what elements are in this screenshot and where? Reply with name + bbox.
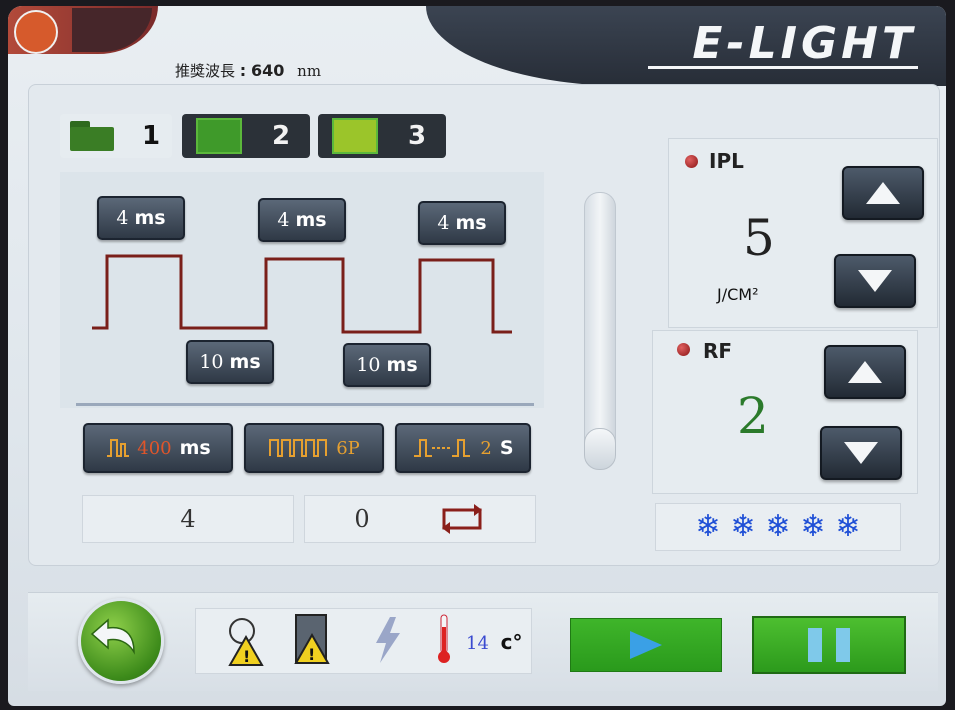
start-button[interactable] <box>570 618 722 672</box>
counter-value: 0 <box>354 505 370 533</box>
lamp-warning-icon: ! <box>228 618 264 666</box>
pulse-unit: ms <box>386 354 418 376</box>
rf-led-icon <box>677 343 690 356</box>
thermometer-icon <box>438 614 450 663</box>
header-banner: E-LIGHT <box>426 6 946 86</box>
temperature-readout: 14 c° <box>466 630 523 654</box>
back-button[interactable] <box>78 598 164 684</box>
ipl-down-button[interactable] <box>834 254 916 308</box>
figure-icon <box>72 8 152 52</box>
lightning-icon <box>376 617 400 663</box>
pulse-interval-icon <box>414 439 471 457</box>
tab-1[interactable]: 1 <box>60 114 172 158</box>
svg-text:!: ! <box>243 647 250 666</box>
tab-3[interactable]: 3 <box>318 114 446 158</box>
pulse-unit: ms <box>134 207 166 229</box>
ipl-led-icon <box>685 155 698 168</box>
runner-icon <box>14 10 58 54</box>
brand-title: E-LIGHT <box>692 18 916 69</box>
ipl-up-button[interactable] <box>842 166 924 220</box>
pulses-value: 6P <box>336 437 360 459</box>
play-icon <box>630 631 662 659</box>
yellow-green-square-icon <box>332 118 378 154</box>
delay-value: 400 <box>137 437 172 459</box>
energy-slider-track[interactable] <box>584 192 616 464</box>
pulse-value: 10 <box>199 351 224 373</box>
folder-icon <box>70 121 114 151</box>
shot-counter-right: 0 <box>304 495 536 543</box>
tab-number: 3 <box>408 121 427 151</box>
tab-2[interactable]: 2 <box>182 114 310 158</box>
divider <box>76 403 534 406</box>
back-arrow-icon <box>90 618 135 655</box>
tab-number: 1 <box>142 121 161 151</box>
delay-button[interactable]: 400 ms <box>83 423 233 473</box>
rf-value: 2 <box>737 387 769 445</box>
water-tank-warning-icon: ! <box>294 614 330 664</box>
energy-slider-knob[interactable] <box>584 428 616 470</box>
brand-logo <box>8 6 158 54</box>
pulse-unit: ms <box>295 209 327 231</box>
pulse-off-button-2[interactable]: 10 ms <box>343 343 431 387</box>
snowflake-icon: ❄ <box>730 509 756 544</box>
tab-number: 2 <box>272 121 291 151</box>
pulse-value: 4 <box>277 209 290 231</box>
pulses-button[interactable]: 6P <box>244 423 384 473</box>
snowflake-icon: ❄ <box>800 509 826 544</box>
arrow-up-icon <box>866 182 900 204</box>
interval-unit: S <box>499 437 514 459</box>
snowflake-icon: ❄ <box>835 509 861 544</box>
brand-underline <box>648 66 918 69</box>
pulse-unit: ms <box>455 212 487 234</box>
ipl-unit: J/CM² <box>717 285 759 304</box>
wavelength-value: 640 <box>250 61 285 80</box>
reset-cycle-icon[interactable] <box>438 502 486 536</box>
pause-icon <box>836 628 850 662</box>
wavelength-separator: : <box>239 61 247 80</box>
pulse-on-button-2[interactable]: 4 ms <box>258 198 346 242</box>
wavelength-readout: 推獎波長 : 640 nm <box>175 60 321 81</box>
arrow-down-icon <box>844 442 878 464</box>
temperature-unit: c° <box>500 630 523 654</box>
temperature-value: 14 <box>466 633 489 654</box>
pause-button[interactable] <box>752 616 906 674</box>
pulse-value: 10 <box>356 354 381 376</box>
pulse-train-icon <box>269 439 328 457</box>
pulse-value: 4 <box>437 212 450 234</box>
pulse-unit: ms <box>229 351 261 373</box>
arrow-down-icon <box>858 270 892 292</box>
snowflake-icon: ❄ <box>695 509 721 544</box>
pulse-delay-icon <box>107 439 130 457</box>
arrow-up-icon <box>848 361 882 383</box>
ipl-label: IPL <box>709 149 744 173</box>
pulse-on-button-3[interactable]: 4 ms <box>418 201 506 245</box>
snowflake-icon: ❄ <box>765 509 791 544</box>
wavelength-unit: nm <box>297 62 322 80</box>
wavelength-label: 推獎波長 <box>175 62 236 80</box>
interval-button[interactable]: 2 S <box>395 423 531 473</box>
rf-label: RF <box>703 339 733 363</box>
pulse-off-button-1[interactable]: 10 ms <box>186 340 274 384</box>
interval-value: 2 <box>480 437 492 459</box>
pulse-value: 4 <box>116 207 129 229</box>
ipl-value: 5 <box>743 209 775 267</box>
delay-unit: ms <box>179 437 211 459</box>
rf-up-button[interactable] <box>824 345 906 399</box>
pulse-on-button-1[interactable]: 4 ms <box>97 196 185 240</box>
shot-counter-left: 4 <box>82 495 294 543</box>
rf-down-button[interactable] <box>820 426 902 480</box>
svg-text:!: ! <box>308 645 315 664</box>
cooling-level[interactable]: ❄ ❄ ❄ ❄ ❄ <box>655 503 901 551</box>
green-square-icon <box>196 118 242 154</box>
pause-icon <box>808 628 822 662</box>
